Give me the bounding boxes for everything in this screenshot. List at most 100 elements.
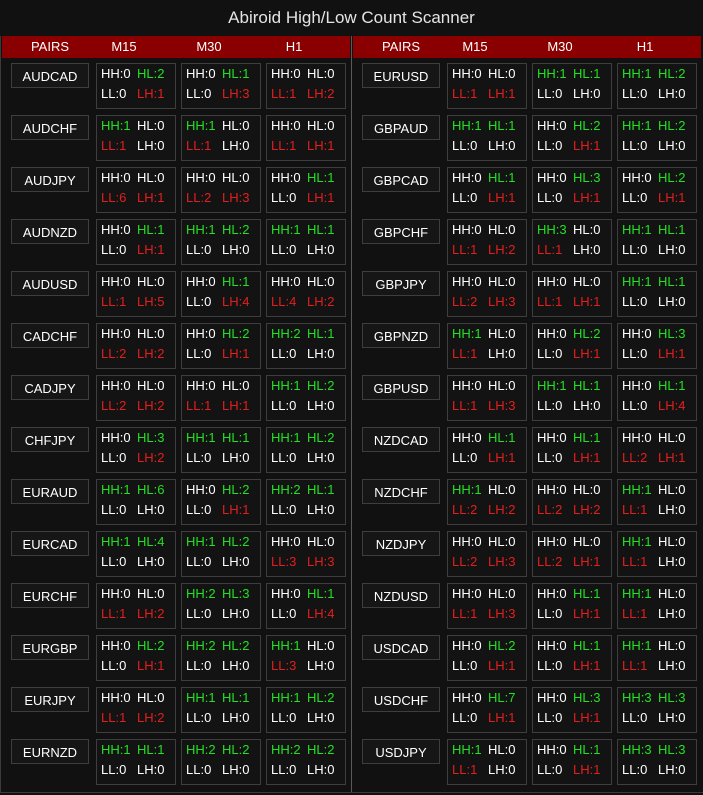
pair-row: NZDUSD HH:0 HL:0 LL:1 LH:3 HH:0 HL:1 LL:0 LH:1 HH…	[353, 580, 701, 632]
pair-row: AUDNZD HH:0 HL:1 LL:0 LH:1 HH:1 HL:2 LL:0 LH:0 HH…	[2, 216, 350, 268]
pair-row: GBPCHF HH:0 HL:0 LL:1 LH:2 HH:3 HL:0 LL:1 LH:0 HH…	[353, 216, 701, 268]
header-m30: M30	[196, 39, 222, 54]
ll-count: LL:0	[537, 138, 563, 153]
ll-count: LL:0	[186, 762, 212, 777]
lh-count: LH:1	[488, 86, 516, 101]
hl-count: HL:2	[137, 638, 165, 653]
ll-count: LL:0	[622, 138, 648, 153]
pair-button[interactable]: AUDCAD	[11, 63, 89, 88]
pair-button[interactable]: NZDCAD	[362, 427, 440, 452]
count-cell-h1: HH:1 HL:0 LL:1 LH:0	[617, 583, 697, 629]
count-cell-m30: HH:1 HL:1 LL:0 LH:0	[181, 427, 261, 473]
hh-count: HH:1	[537, 378, 567, 393]
pair-button[interactable]: EURUSD	[362, 63, 440, 88]
pair-button[interactable]: AUDNZD	[11, 219, 89, 244]
ll-count: LL:2	[537, 502, 563, 517]
hh-count: HH:1	[271, 638, 301, 653]
count-cell-m30: HH:1 HL:1 LL:0 LH:0	[181, 687, 261, 733]
pair-row: USDCAD HH:0 HL:2 LL:0 LH:1 HH:0 HL:1 LL:0 LH:1 HH…	[353, 632, 701, 684]
lh-count: LH:1	[658, 450, 686, 465]
pair-button[interactable]: EURJPY	[11, 687, 89, 712]
hh-count: HH:1	[271, 430, 301, 445]
hl-count: HL:3	[573, 170, 601, 185]
pair-button[interactable]: GBPAUD	[362, 115, 440, 140]
count-cell-m30: HH:1 HL:1 LL:0 LH:0	[532, 63, 612, 109]
ll-count: LL:0	[537, 346, 563, 361]
pair-button[interactable]: GBPJPY	[362, 271, 440, 296]
lh-count: LH:1	[573, 554, 601, 569]
pair-button[interactable]: AUDJPY	[11, 167, 89, 192]
count-cell-h1: HH:1 HL:0 LL:1 LH:0	[617, 531, 697, 577]
count-cell-m15: HH:0 HL:0 LL:1 LH:3	[447, 375, 527, 421]
pair-button[interactable]: CHFJPY	[11, 427, 89, 452]
pair-button[interactable]: NZDUSD	[362, 583, 440, 608]
count-cell-h1: HH:1 HL:0 LL:1 LH:0	[617, 479, 697, 525]
ll-count: LL:0	[186, 606, 212, 621]
lh-count: LH:0	[658, 554, 686, 569]
ll-count: LL:0	[537, 398, 563, 413]
hh-count: HH:0	[537, 274, 567, 289]
lh-count: LH:0	[658, 242, 686, 257]
hh-count: HH:0	[537, 690, 567, 705]
pair-button[interactable]: CADCHF	[11, 323, 89, 348]
hl-count: HL:0	[222, 118, 250, 133]
pair-button[interactable]: GBPCHF	[362, 219, 440, 244]
count-cell-m15: HH:0 HL:2 LL:0 LH:1	[96, 635, 176, 681]
count-cell-m15: HH:0 HL:0 LL:1 LH:2	[96, 687, 176, 733]
pair-button[interactable]: NZDCHF	[362, 479, 440, 504]
hl-count: HL:1	[222, 430, 250, 445]
hl-count: HL:0	[488, 378, 516, 393]
pair-button[interactable]: GBPCAD	[362, 167, 440, 192]
count-cell-m30: HH:0 HL:2 LL:0 LH:1	[532, 323, 612, 369]
lh-count: LH:0	[307, 398, 335, 413]
hh-count: HH:1	[622, 222, 652, 237]
hh-count: HH:0	[537, 170, 567, 185]
ll-count: LL:1	[452, 242, 478, 257]
count-cell-m30: HH:2 HL:2 LL:0 LH:0	[181, 739, 261, 785]
count-cell-m15: HH:1 HL:0 LL:1 LH:0	[447, 739, 527, 785]
hh-count: HH:0	[101, 378, 131, 393]
hh-count: HH:3	[622, 690, 652, 705]
hl-count: HL:0	[488, 586, 516, 601]
pair-row: EURUSD HH:0 HL:0 LL:1 LH:1 HH:1 HL:1 LL:0 LH:0 HH…	[353, 60, 701, 112]
pair-button[interactable]: EURGBP	[11, 635, 89, 660]
hh-count: HH:0	[101, 222, 131, 237]
lh-count: LH:0	[658, 294, 686, 309]
pair-button[interactable]: EURAUD	[11, 479, 89, 504]
count-cell-m30: HH:0 HL:3 LL:0 LH:1	[532, 687, 612, 733]
pair-button[interactable]: USDCHF	[362, 687, 440, 712]
pair-button[interactable]: EURCHF	[11, 583, 89, 608]
pair-button[interactable]: GBPUSD	[362, 375, 440, 400]
hl-count: HL:2	[658, 66, 686, 81]
count-cell-m15: HH:0 HL:0 LL:1 LH:3	[447, 583, 527, 629]
hh-count: HH:0	[452, 378, 482, 393]
hh-count: HH:0	[271, 274, 301, 289]
hl-count: HL:1	[488, 170, 516, 185]
hh-count: HH:0	[537, 534, 567, 549]
pair-row: USDJPY HH:1 HL:0 LL:1 LH:0 HH:0 HL:1 LL:0 LH:1 HH…	[353, 736, 701, 788]
pair-row: GBPAUD HH:1 HL:1 LL:0 LH:0 HH:0 HL:2 LL:0 LH:1 HH…	[353, 112, 701, 164]
hh-count: HH:0	[271, 66, 301, 81]
pair-button[interactable]: USDJPY	[362, 739, 440, 764]
pair-button[interactable]: EURNZD	[11, 739, 89, 764]
pair-button[interactable]: USDCAD	[362, 635, 440, 660]
hl-count: HL:0	[658, 638, 686, 653]
hh-count: HH:0	[537, 482, 567, 497]
ll-count: LL:0	[622, 294, 648, 309]
pair-button[interactable]: AUDUSD	[11, 271, 89, 296]
pair-button[interactable]: NZDJPY	[362, 531, 440, 556]
pair-button[interactable]: EURCAD	[11, 531, 89, 556]
ll-count: LL:0	[186, 86, 212, 101]
count-cell-m30: HH:0 HL:2 LL:0 LH:1	[181, 323, 261, 369]
lh-count: LH:0	[658, 658, 686, 673]
pair-button[interactable]: GBPNZD	[362, 323, 440, 348]
lh-count: LH:0	[573, 242, 601, 257]
hl-count: HL:2	[573, 118, 601, 133]
column-header-bar: PAIRS M15 M30 H1	[353, 36, 701, 58]
pair-button[interactable]: CADJPY	[11, 375, 89, 400]
lh-count: LH:1	[307, 138, 335, 153]
count-cell-h1: HH:1 HL:0 LL:3 LH:0	[266, 635, 346, 681]
hh-count: HH:1	[622, 482, 652, 497]
pair-button[interactable]: AUDCHF	[11, 115, 89, 140]
lh-count: LH:0	[658, 710, 686, 725]
